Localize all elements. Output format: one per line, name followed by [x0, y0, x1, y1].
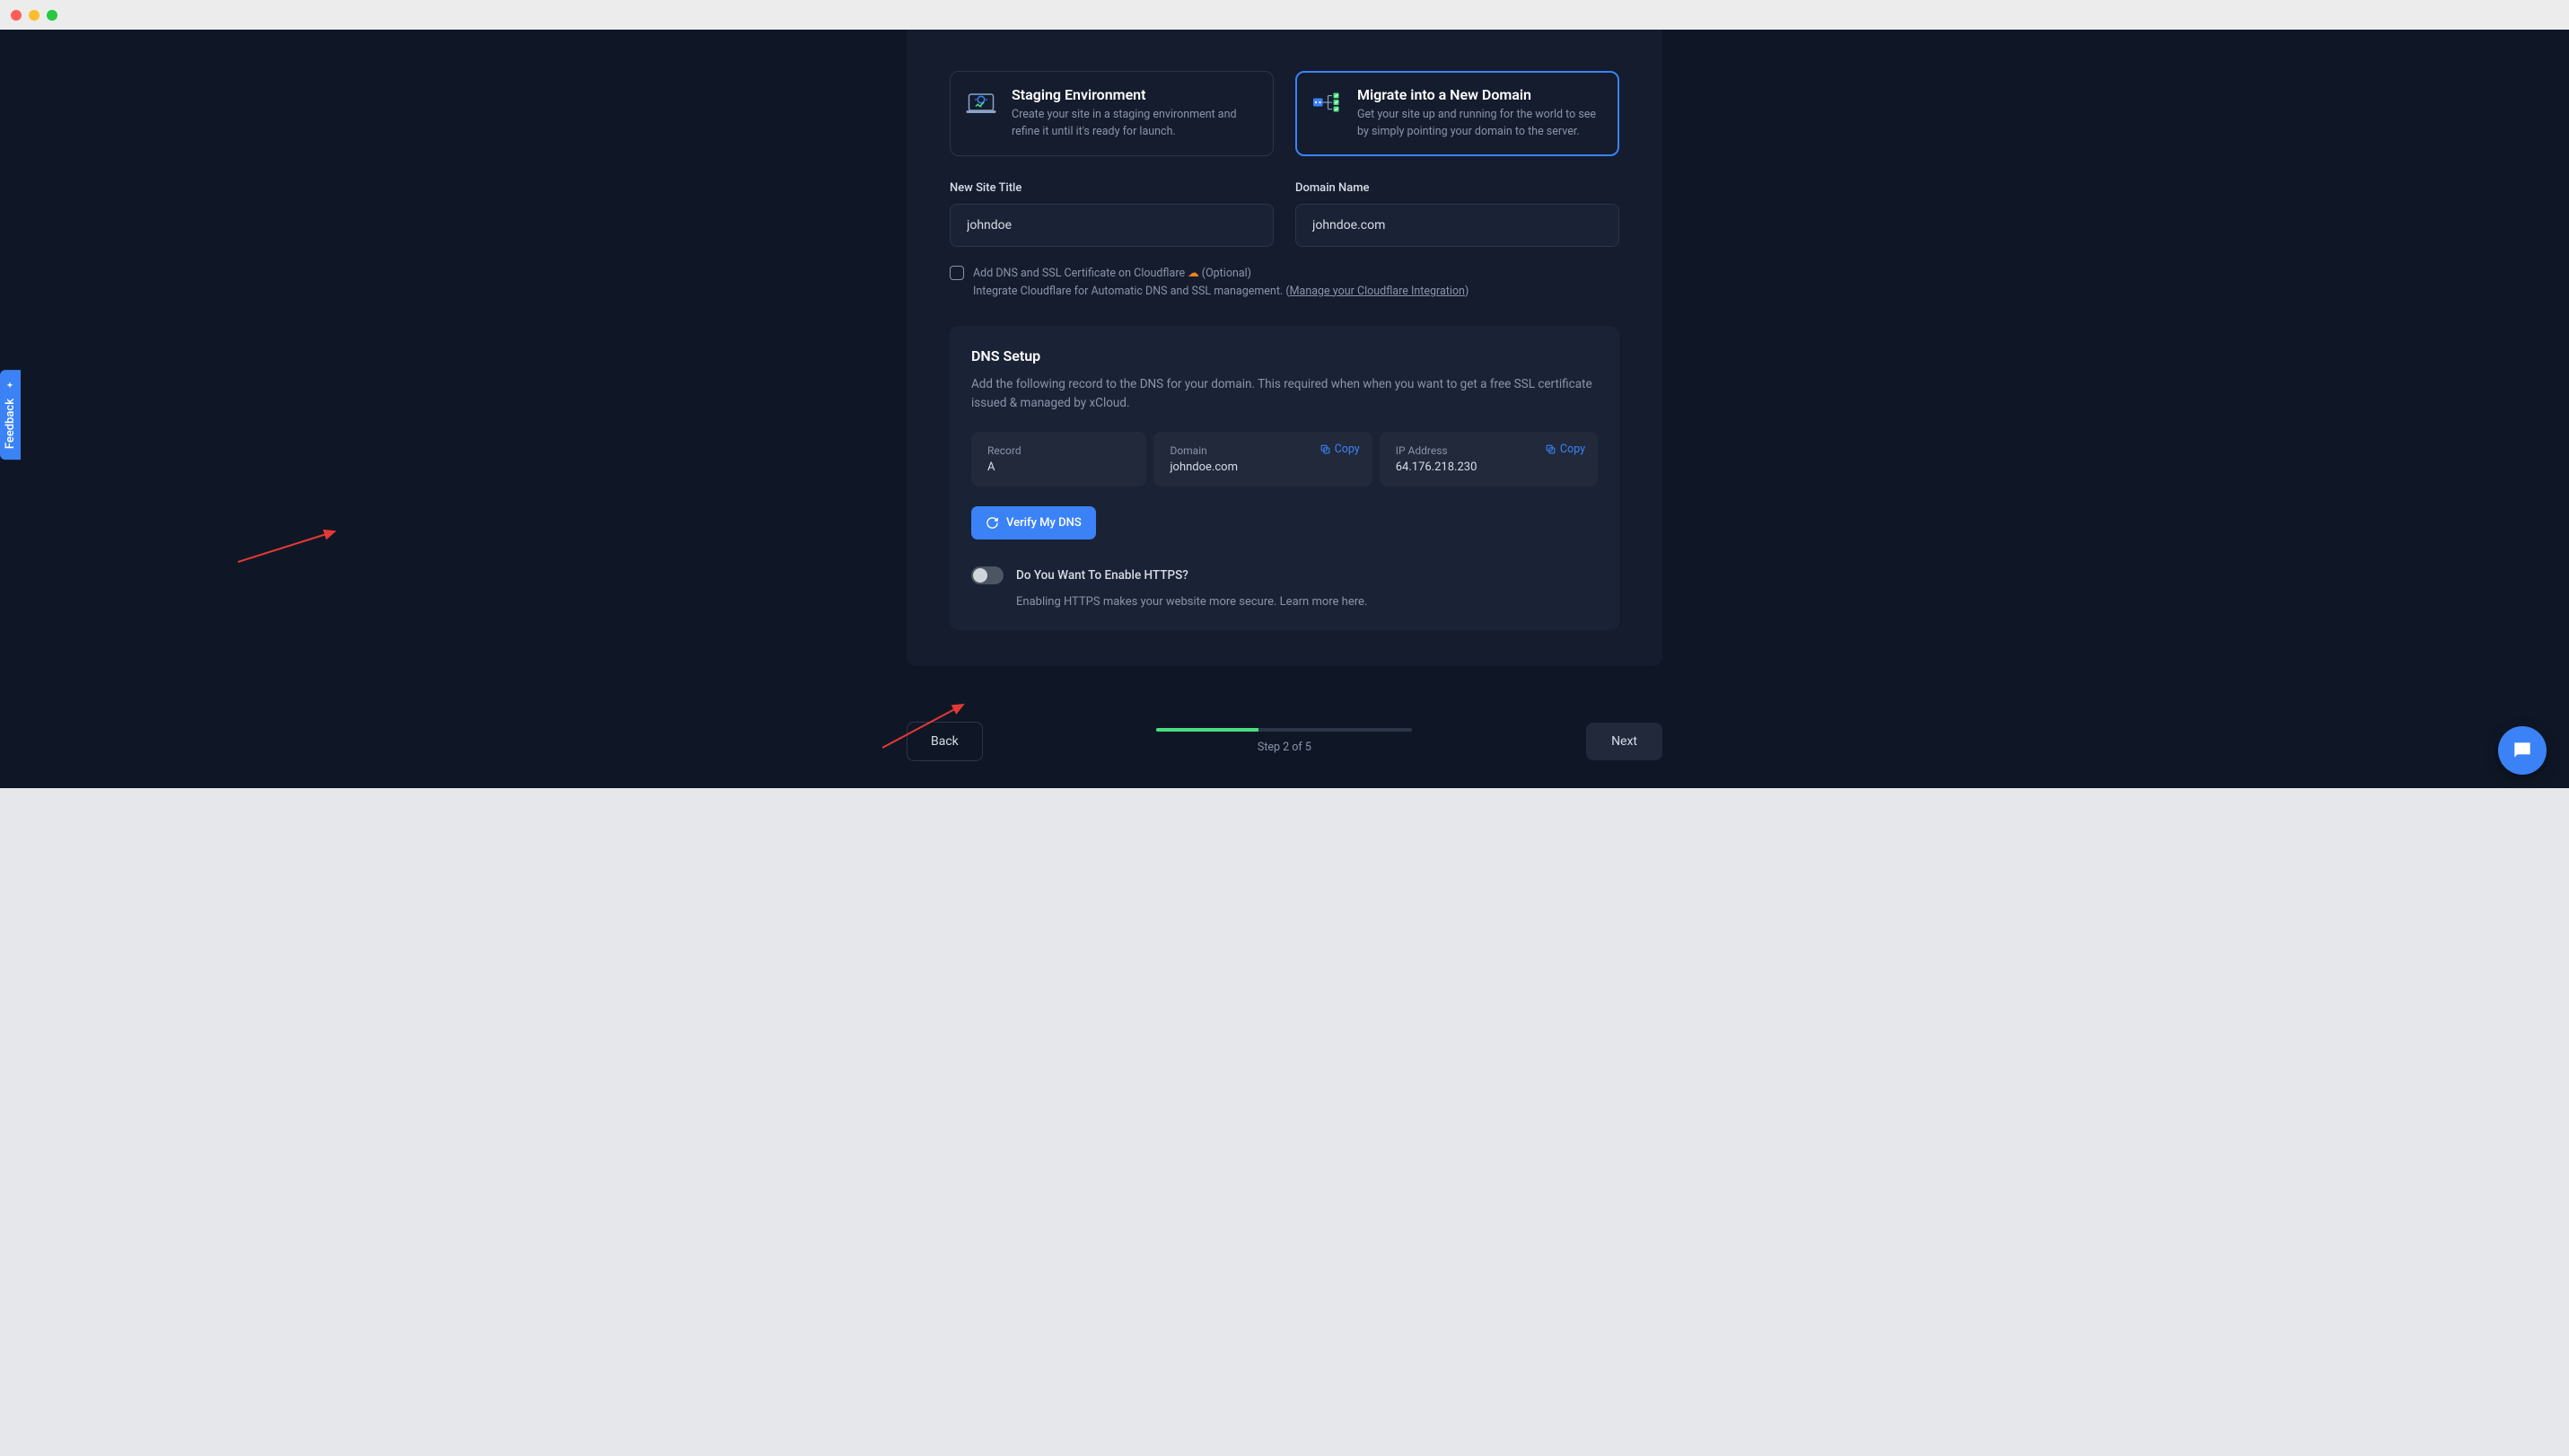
staging-desc: Create your site in a staging environmen… [1012, 107, 1258, 141]
window-close-icon[interactable] [11, 10, 22, 21]
domain-name-input[interactable] [1295, 204, 1619, 247]
window-title-bar [0, 0, 2569, 30]
manage-cloudflare-link[interactable]: Manage your Cloudflare Integration [1290, 285, 1465, 298]
dns-setup-box: DNS Setup Add the following record to th… [950, 326, 1619, 630]
chat-icon [2511, 739, 2534, 762]
dns-title: DNS Setup [971, 347, 1598, 364]
site-title-input[interactable] [950, 204, 1274, 247]
window-minimize-icon[interactable] [29, 10, 39, 21]
https-question: Do You Want To Enable HTTPS? [1016, 568, 1188, 583]
cloudflare-checkbox[interactable] [950, 266, 964, 280]
copy-domain-button[interactable]: Copy [1320, 443, 1360, 456]
feedback-label: Feedback [4, 399, 17, 449]
dns-record-cell: Record A [971, 432, 1146, 487]
migrate-desc: Get your site up and running for the wor… [1357, 107, 1604, 141]
annotation-arrow [238, 519, 346, 564]
cloudflare-option-text: Add DNS and SSL Certificate on Cloudflar… [973, 265, 1469, 301]
feedback-tab[interactable]: Feedback [0, 370, 21, 460]
dns-ip-cell: Copy IP Address 64.176.218.230 [1380, 432, 1598, 487]
chat-button[interactable] [2498, 726, 2547, 775]
dns-desc: Add the following record to the DNS for … [971, 375, 1598, 414]
site-title-label: New Site Title [950, 181, 1274, 195]
domain-name-label: Domain Name [1295, 181, 1619, 195]
migrate-domain-card[interactable]: Migrate into a New Domain Get your site … [1295, 71, 1619, 156]
next-button[interactable]: Next [1586, 723, 1662, 760]
migrate-title: Migrate into a New Domain [1357, 86, 1604, 103]
back-button[interactable]: Back [907, 722, 983, 761]
laptop-gear-icon [965, 86, 997, 118]
dns-domain-cell: Copy Domain johndoe.com [1153, 432, 1372, 487]
copy-icon [1545, 443, 1556, 455]
progress-fill [1156, 728, 1258, 732]
copy-ip-button[interactable]: Copy [1545, 443, 1585, 456]
staging-title: Staging Environment [1012, 86, 1258, 103]
main-panel: Staging Environment Create your site in … [907, 30, 1662, 666]
progress-indicator: Step 2 of 5 [983, 728, 1586, 754]
window-maximize-icon[interactable] [47, 10, 57, 21]
server-checklist-icon [1311, 86, 1343, 118]
https-toggle[interactable] [971, 566, 1004, 584]
step-text: Step 2 of 5 [1258, 741, 1311, 754]
verify-dns-button[interactable]: Verify My DNS [971, 506, 1096, 539]
sparkle-icon [4, 381, 17, 393]
cloudflare-icon: ☁ [1188, 267, 1199, 280]
refresh-icon [986, 516, 999, 530]
https-desc: Enabling HTTPS makes your website more s… [1016, 595, 1598, 609]
copy-icon [1320, 443, 1331, 455]
staging-environment-card[interactable]: Staging Environment Create your site in … [950, 71, 1274, 156]
